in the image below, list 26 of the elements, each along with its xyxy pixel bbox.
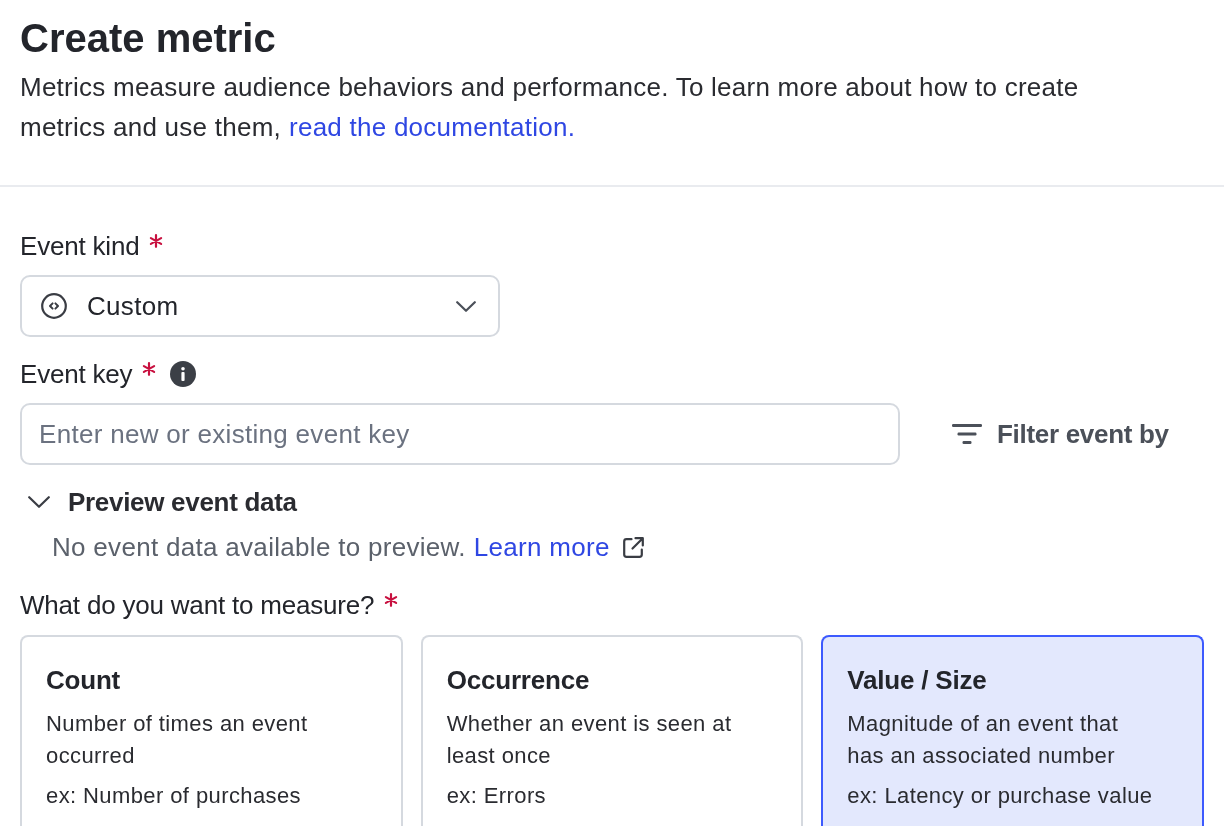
- measure-option-card[interactable]: Occurrence Whether an event is seen at least once ex: Errors: [420, 635, 804, 826]
- field-label: What do you want to measure?: [20, 589, 375, 622]
- event-key-input[interactable]: Enter new or existing event key: [20, 403, 900, 465]
- page-title: Create metric: [20, 15, 277, 62]
- option-example: ex: Latency or purchase value: [847, 782, 1153, 810]
- option-example: ex: Errors: [446, 782, 546, 810]
- filter-icon: [952, 424, 982, 444]
- measure-option-card[interactable]: Value / Size Magnitude of an event that has an associated number ex: Latency or purchase value: [821, 635, 1204, 826]
- code-icon: [41, 293, 67, 319]
- field-label: Event kind: [20, 230, 140, 263]
- preview-message: No event data available to preview. Learn more: [52, 529, 646, 565]
- option-title: Count: [46, 664, 121, 697]
- learn-more-link[interactable]: Learn more: [473, 529, 646, 565]
- chevron-down-icon: [456, 300, 476, 312]
- option-title: Value / Size: [847, 664, 987, 697]
- field-label: Event key: [20, 358, 133, 391]
- event-kind-select[interactable]: Custom: [20, 275, 500, 337]
- documentation-link[interactable]: read the documentation.: [289, 112, 576, 142]
- preview-toggle[interactable]: Preview event data: [28, 484, 297, 520]
- description-text: Metrics measure audience behaviors and performance. To learn more about how to create metrics and use them, read the documentation.: [20, 71, 1080, 144]
- info-icon[interactable]: [170, 361, 197, 387]
- filter-button[interactable]: Filter event by: [936, 406, 1185, 462]
- external-link-icon: [620, 534, 646, 560]
- measure-option-card[interactable]: Count Number of times an event occurred ex: Number of purchases: [20, 635, 403, 826]
- option-title: Occurrence: [446, 664, 590, 697]
- option-example: ex: Number of purchases: [46, 782, 301, 810]
